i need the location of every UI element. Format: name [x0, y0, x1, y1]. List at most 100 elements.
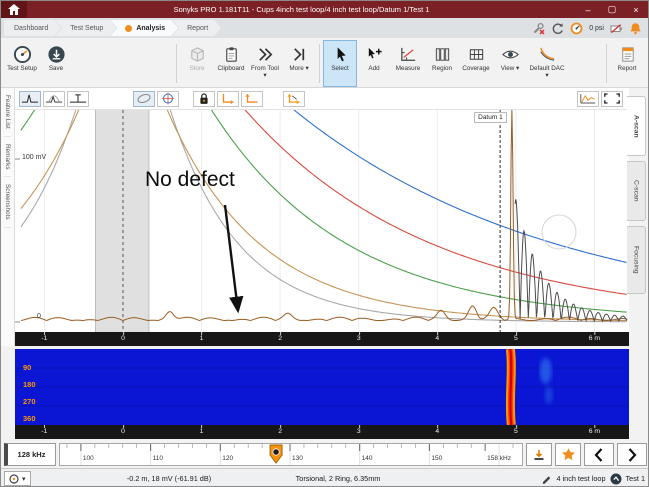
default-dac-button[interactable]: Default DAC ▾: [527, 40, 567, 87]
axis-corner-y-icon: [243, 92, 261, 105]
ellipse-icon: [135, 92, 153, 105]
minimize-button[interactable]: –: [576, 1, 600, 18]
loop-name[interactable]: 4 inch test loop: [556, 474, 605, 483]
mini-chart-icon: [579, 92, 597, 105]
frequency-tick-label: 158 kHz: [487, 455, 511, 462]
select-tool-button[interactable]: Select: [323, 40, 357, 87]
breadcrumb-report[interactable]: Report: [172, 20, 221, 36]
cscan-x-axis: -10123456 m: [15, 425, 629, 439]
x-tick-label: 5: [514, 428, 518, 435]
breadcrumb-dashboard[interactable]: Dashboard: [4, 20, 61, 36]
frequency-tick-label: 120: [222, 455, 233, 462]
x-tick-label: 1: [200, 428, 204, 435]
gate-view-button[interactable]: [67, 91, 89, 107]
window-controls: – ▢ ×: [576, 1, 648, 18]
coverage-tool-button[interactable]: Coverage: [459, 40, 493, 87]
pressure-gauge-icon: [570, 22, 583, 35]
from-tool-button[interactable]: From Tool ▾: [248, 40, 282, 87]
x-tick-label: 1: [200, 335, 204, 342]
tab-remarks[interactable]: Remarks: [4, 137, 11, 178]
previous-frequency-button[interactable]: [584, 443, 614, 466]
store-button[interactable]: Store: [180, 40, 214, 87]
chevron-right-icon: [625, 447, 639, 463]
toolbar-spacer: [73, 40, 173, 87]
notifications-bell-icon[interactable]: [629, 22, 642, 35]
active-step-dot-icon: [125, 25, 132, 32]
zoom-x-button[interactable]: [217, 91, 239, 107]
tab-a-scan[interactable]: A-scan: [627, 96, 646, 156]
ellipse-tool-button[interactable]: [133, 91, 155, 107]
store-frequency-button[interactable]: [526, 443, 552, 466]
add-tool-button[interactable]: Add: [357, 40, 391, 87]
breadcrumb-test-setup[interactable]: Test Setup: [55, 20, 116, 36]
toolbar-separator: [176, 44, 177, 83]
more-button[interactable]: More ▾: [282, 40, 316, 87]
tab-c-scan[interactable]: C-scan: [627, 161, 646, 221]
test-mode-readout: Torsional, 2 Ring, 6.35mm: [253, 474, 423, 483]
close-button[interactable]: ×: [624, 1, 648, 18]
tab-focusing[interactable]: Focusing: [627, 226, 646, 294]
x-tick-label: 3: [357, 428, 361, 435]
statusbar-right-cluster: 4 inch test loop Test 1: [541, 471, 645, 486]
cscan-row-label: 180: [23, 380, 36, 389]
clipboard-button[interactable]: Clipboard: [214, 40, 248, 87]
clipboard-icon: [221, 44, 241, 64]
ascan-plot[interactable]: 100 mV 0 Datum 1 No defect: [15, 110, 629, 332]
tab-screenshots[interactable]: Screenshots: [4, 177, 11, 228]
app-window: Sonyks PRO 1.181T11 - Cups 4inch test lo…: [0, 0, 649, 487]
envelope-view-button[interactable]: [43, 91, 65, 107]
region-columns-icon: [432, 44, 452, 64]
more-icon: [289, 44, 309, 64]
test-setup-button[interactable]: Test Setup: [5, 40, 39, 87]
frequency-ruler[interactable]: 100110120130140150158 kHz: [59, 443, 523, 466]
zoom-y-button[interactable]: [241, 91, 263, 107]
region-tool-button[interactable]: Region: [425, 40, 459, 87]
status-bar: ▾ -0.2 m, 18 mV (-61.91 dB) Torsional, 2…: [1, 468, 649, 487]
window-title: Sonyks PRO 1.181T11 - Cups 4inch test lo…: [27, 5, 576, 14]
trace-view-button[interactable]: [19, 91, 41, 107]
cscan-panel: 90180270360 -10123456 m: [15, 349, 629, 439]
crosshair-tool-button[interactable]: [157, 91, 179, 107]
toolbar-separator: [319, 44, 320, 83]
crosshair-icon: [159, 92, 177, 105]
ascan-chart: [15, 110, 629, 332]
probe-disconnected-icon: [532, 22, 545, 35]
mini-chart-button[interactable]: [577, 91, 599, 107]
lock-icon: [195, 92, 213, 105]
breadcrumb-analysis[interactable]: Analysis: [110, 20, 178, 36]
tab-feature-list[interactable]: Feature List: [4, 88, 11, 137]
dead-zone: [96, 110, 149, 332]
breadcrumb-dashboard-label: Dashboard: [14, 25, 48, 32]
view-mode-dropdown[interactable]: ▾: [4, 471, 31, 486]
fullscreen-icon: [603, 92, 621, 105]
measure-tool-button[interactable]: Measure: [391, 40, 425, 87]
save-label: Save: [49, 65, 63, 72]
datum-label[interactable]: Datum 1: [474, 112, 507, 123]
home-button[interactable]: [1, 1, 27, 18]
test-setup-label: Test Setup: [7, 65, 37, 72]
favorite-button[interactable]: [555, 443, 581, 466]
view-menu-button[interactable]: View ▾: [493, 40, 527, 87]
zoom-reset-button[interactable]: [283, 91, 305, 107]
report-button[interactable]: Report: [610, 40, 644, 87]
fullscreen-button[interactable]: [601, 91, 623, 107]
select-cursor-icon: [330, 44, 350, 64]
test-name[interactable]: Test 1: [626, 474, 645, 483]
next-frequency-button[interactable]: [617, 443, 647, 466]
save-button[interactable]: Save: [39, 40, 73, 87]
trace-gate-icon: [69, 92, 87, 105]
coverage-grid-icon: [466, 44, 486, 64]
trace-peak-icon: [21, 92, 39, 105]
maximize-button[interactable]: ▢: [600, 1, 624, 18]
cursor-halo: [542, 215, 576, 249]
add-label: Add: [368, 65, 379, 72]
cursor-readout: -0.2 m, 18 mV (-61.91 dB): [89, 474, 249, 483]
cscan-map[interactable]: 90180270360: [15, 349, 629, 425]
x-tick-label: 0: [121, 428, 125, 435]
clipboard-label: Clipboard: [218, 65, 245, 72]
toolbar-separator: [606, 44, 607, 83]
home-icon: [8, 4, 20, 15]
sync-icon[interactable]: [551, 22, 564, 35]
add-cursor-icon: [364, 44, 384, 64]
lock-button[interactable]: [193, 91, 215, 107]
